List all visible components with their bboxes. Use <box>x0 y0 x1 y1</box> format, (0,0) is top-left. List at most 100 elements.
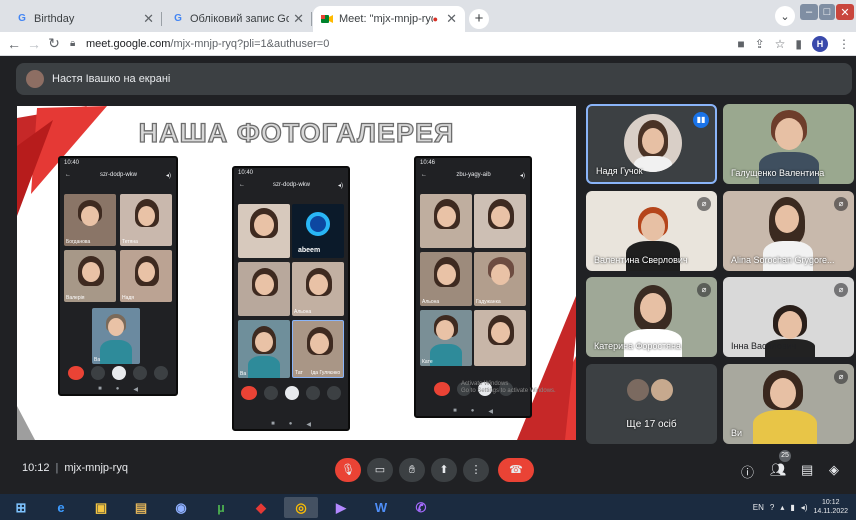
lock-icon[interactable]: 🔒︎ <box>70 38 84 49</box>
browser-tab-bar: G Birthday ✕ G Обліковий запис Google ✕ … <box>0 0 856 32</box>
close-icon[interactable]: ✕ <box>446 11 457 27</box>
mic-off-icon: ⌀ <box>834 370 848 384</box>
participant-name: Alina Sorochan Grygore... <box>731 255 835 265</box>
menu-dots-icon[interactable]: ⋮ <box>838 37 850 51</box>
url-field[interactable]: meet.google.com/mjx-mnjp-ryq?pli=1&authu… <box>86 38 329 50</box>
more-options-button[interactable]: ⋮ <box>463 458 489 482</box>
media-player-icon[interactable]: ◉ <box>164 497 198 518</box>
raise-hand-button[interactable]: ✋︎ <box>399 458 425 482</box>
info-icon[interactable]: ⓘ <box>741 462 754 481</box>
watermark-line: Activate Windows <box>461 381 509 387</box>
phone-tile <box>474 194 526 248</box>
more-icon <box>327 386 341 400</box>
speaking-indicator-icon: ▮▮ <box>693 112 709 128</box>
new-tab-button[interactable]: + <box>469 9 489 29</box>
participant-tile[interactable]: ⌀ Валентина Сверлович <box>586 191 717 271</box>
phone-tile <box>420 194 472 248</box>
ie-icon[interactable]: e <box>44 497 78 518</box>
tab-google-account[interactable]: G Обліковий запис Google ✕ <box>164 6 312 32</box>
chrome-icon[interactable]: ◎ <box>284 497 318 518</box>
reload-icon[interactable]: ↻ <box>44 35 64 52</box>
minimize-icon[interactable]: – <box>800 4 818 20</box>
participant-tile[interactable]: ▮▮ Надя Гучок <box>586 104 717 184</box>
present-button[interactable]: ⬆ <box>431 458 457 482</box>
notes-icon[interactable]: ▤ <box>124 497 158 518</box>
leave-call-button[interactable]: ☎︎ <box>498 458 534 482</box>
presenter-avatar <box>26 70 44 88</box>
camera-icon[interactable]: ■ <box>737 37 744 51</box>
bookmark-star-icon[interactable]: ☆ <box>775 37 786 51</box>
participant-name: Ще 17 осіб <box>626 419 677 430</box>
phone-controls <box>60 364 176 382</box>
file-explorer-icon[interactable]: ▣ <box>84 497 118 518</box>
participant-name: Ви <box>731 428 743 438</box>
share-icon[interactable]: ⇪ <box>755 37 765 51</box>
camera-toggle-button[interactable]: ▭ <box>367 458 393 482</box>
participant-tile-more[interactable]: Ще 17 осіб <box>586 364 717 444</box>
speaker-icon: ◂) <box>337 182 343 189</box>
close-window-icon[interactable]: ✕ <box>836 4 854 20</box>
video-app-icon[interactable]: ▶ <box>324 497 358 518</box>
participant-tile[interactable]: Галущенко Валентина <box>723 104 854 184</box>
phone-tile: Тат Іда Гуляєнко <box>292 320 344 378</box>
activities-icon[interactable]: ◈ <box>829 462 839 478</box>
back-icon[interactable]: ← <box>4 36 24 52</box>
volume-icon[interactable]: ◂) <box>801 503 808 512</box>
people-icon[interactable]: 👥︎ <box>770 462 787 478</box>
phone-nav: ■ ● ◀ <box>98 386 138 393</box>
more-vert-icon: ⋮ <box>470 464 482 476</box>
forward-icon[interactable]: → <box>24 36 44 52</box>
participant-shirt <box>753 410 817 444</box>
lang-indicator[interactable]: EN <box>753 503 764 512</box>
google-icon: G <box>174 13 182 24</box>
phone-tile <box>238 262 290 316</box>
windows-taskbar: ⊞ e ▣ ▤ ◉ µ ◆ ◎ ▶ W ✆ EN ? ▴ ▮ ◂) 10:12 … <box>0 494 856 520</box>
mic-off-icon <box>112 366 126 380</box>
phone-status-time: 10:40 <box>64 160 80 166</box>
system-tray: EN ? ▴ ▮ ◂) 10:12 14.11.2022 <box>753 497 848 517</box>
tile-label: Ва <box>94 357 101 363</box>
phone-screenshot-2: 10:40 ← szr-dodp-wkw ◂) abeem Альона Ва Та… <box>232 166 350 431</box>
tile-label: Гадужанка <box>476 299 501 305</box>
help-icon[interactable]: ? <box>770 503 774 512</box>
participant-name: Катерина Форостяна <box>594 341 681 351</box>
mic-off-icon: 🎙︎ <box>341 464 355 476</box>
meeting-code: mjx-mnjp-ryq <box>64 462 128 474</box>
participant-tile[interactable]: ⌀ Інна Василович <box>723 277 854 357</box>
start-button[interactable]: ⊞ <box>4 497 38 518</box>
phone-tile: Тетяна <box>120 194 172 246</box>
tab-search-icon[interactable]: ⌄ <box>775 6 795 26</box>
mic-off-icon: ⌀ <box>697 197 711 211</box>
network-icon[interactable]: ▮ <box>790 503 794 512</box>
participant-face <box>641 213 665 241</box>
back-icon: ← <box>421 172 427 178</box>
word-icon[interactable]: W <box>364 497 398 518</box>
chat-icon[interactable]: ▤ <box>801 462 813 478</box>
clock[interactable]: 10:12 14.11.2022 <box>813 498 848 516</box>
phone-tile: Ва <box>238 320 290 378</box>
phone-meeting-code: szr-dodp-wkw <box>99 172 137 178</box>
phone-nav: ■ ● ◀ <box>271 421 311 428</box>
clock-time: 10:12 <box>821 499 840 506</box>
participant-tile[interactable]: ⌀ Катерина Форостяна <box>586 277 717 357</box>
participant-face <box>775 205 799 233</box>
viber-icon[interactable]: ✆ <box>404 497 438 518</box>
profile-avatar[interactable]: H <box>812 36 828 52</box>
app-icon[interactable]: ◆ <box>244 497 278 518</box>
participant-tile-self[interactable]: ⌀ Ви <box>723 364 854 444</box>
side-panel-icon[interactable]: ▮ <box>795 37 802 51</box>
close-icon[interactable]: ✕ <box>293 11 304 27</box>
participant-name: Інна Василович <box>731 341 797 351</box>
torrent-icon[interactable]: µ <box>204 497 238 518</box>
tab-birthday[interactable]: G Birthday ✕ <box>8 6 162 32</box>
close-icon[interactable]: ✕ <box>143 11 154 27</box>
meet-icon <box>321 13 333 25</box>
tab-meet[interactable]: Meet: "mjx-mnjp-ryq" ● ✕ <box>313 6 465 32</box>
hand-icon <box>133 366 147 380</box>
hangup-icon: ☎︎ <box>509 464 523 476</box>
tray-arrow-icon[interactable]: ▴ <box>780 503 784 512</box>
tab-title: Обліковий запис Google <box>190 13 290 25</box>
participant-tile[interactable]: ⌀ Alina Sorochan Grygore... <box>723 191 854 271</box>
maximize-icon[interactable]: □ <box>819 4 835 20</box>
mic-toggle-button[interactable]: 🎙︎ <box>335 458 361 482</box>
